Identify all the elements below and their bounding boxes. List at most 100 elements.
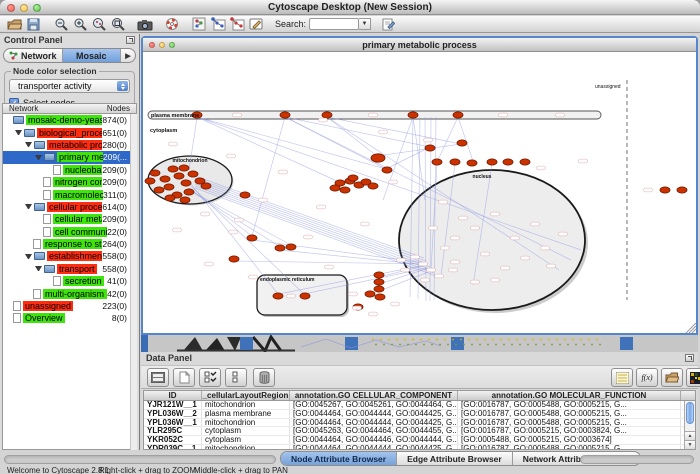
tab-network[interactable]: Network <box>4 49 63 62</box>
network-node[interactable] <box>340 187 350 193</box>
network-node[interactable] <box>382 167 392 173</box>
network-node[interactable] <box>365 291 375 297</box>
expand-arrow-icon[interactable] <box>15 130 22 135</box>
scroll-down-icon[interactable]: ▼ <box>685 440 695 449</box>
select-edges-icon[interactable] <box>227 16 246 32</box>
network-window-titlebar[interactable]: primary metabolic process <box>143 38 696 52</box>
column-header[interactable]: ID <box>144 391 202 400</box>
network-node[interactable] <box>330 185 340 191</box>
network-node[interactable] <box>300 293 310 299</box>
open-session-icon[interactable] <box>5 16 24 32</box>
network-node[interactable] <box>677 187 687 193</box>
scroll-up-icon[interactable]: ▲ <box>685 431 695 440</box>
tree-row[interactable]: nitrogen compo209(0) <box>3 176 136 188</box>
column-header[interactable]: annotation.GO MOLECULAR_FUNCTION <box>458 391 681 400</box>
tree-row[interactable]: unassigned223(0) <box>3 300 136 312</box>
network-node[interactable] <box>432 159 442 165</box>
network-node[interactable] <box>425 145 435 151</box>
network-node[interactable] <box>467 160 477 166</box>
network-node[interactable] <box>520 159 530 165</box>
network-node[interactable] <box>286 244 296 250</box>
search-config-icon[interactable] <box>379 16 398 32</box>
save-session-icon[interactable] <box>24 16 43 32</box>
network-node[interactable] <box>453 112 463 118</box>
network-node[interactable] <box>154 187 164 193</box>
tab-mosaic[interactable]: Mosaic <box>63 49 122 62</box>
column-header[interactable]: _cellularLayoutRegion <box>202 391 290 400</box>
float-panel-icon[interactable] <box>126 36 135 44</box>
table-row[interactable]: YJR121W__1mitochondrion[GO:0045267, GO:0… <box>144 401 695 410</box>
tree-row[interactable]: biological_process651(0) <box>3 126 136 138</box>
minimize-button[interactable] <box>20 4 28 12</box>
tree-row[interactable]: primary metabo209(... <box>3 151 136 163</box>
network-node[interactable] <box>188 171 198 177</box>
network-node[interactable] <box>240 192 250 198</box>
vizmapper-icon[interactable] <box>189 16 208 32</box>
unselect-attributes-icon[interactable] <box>225 368 247 387</box>
close-button[interactable] <box>7 4 15 12</box>
network-node[interactable] <box>371 154 385 162</box>
network-node[interactable] <box>145 178 155 184</box>
tree-row[interactable]: cellular metabo209(0) <box>3 213 136 225</box>
zoom-button[interactable] <box>169 42 175 48</box>
network-node[interactable] <box>168 166 178 172</box>
tree-row[interactable]: cell communicat22(0) <box>3 226 136 238</box>
network-node[interactable] <box>457 140 467 146</box>
network-node[interactable] <box>348 175 358 181</box>
search-input[interactable] <box>309 18 359 30</box>
network-node[interactable] <box>375 294 385 300</box>
zoom-out-icon[interactable] <box>51 16 70 32</box>
column-header[interactable]: annotation.GO CELLULAR_COMPONENT <box>290 391 458 400</box>
tree-row[interactable]: establishment of lo558(0) <box>3 250 136 262</box>
network-node[interactable] <box>660 187 670 193</box>
network-node[interactable] <box>374 286 384 292</box>
network-node[interactable] <box>275 245 285 251</box>
tree-row[interactable]: mosaic-demo-yeast874(0) <box>3 114 136 126</box>
expand-arrow-icon[interactable] <box>25 254 32 259</box>
tab-edge-attribute-browser[interactable]: Edge Attribute Browser <box>397 452 513 465</box>
expand-arrow-icon[interactable] <box>35 155 42 160</box>
network-node[interactable] <box>374 272 384 278</box>
network-node[interactable] <box>229 256 239 262</box>
expand-arrow-icon[interactable] <box>25 204 32 209</box>
network-node[interactable] <box>280 112 290 118</box>
minimize-button[interactable] <box>159 42 165 48</box>
tab-overflow-button[interactable]: ▶ <box>121 49 135 62</box>
network-node[interactable] <box>150 170 160 176</box>
zoom-button[interactable] <box>33 4 41 12</box>
float-panel-icon[interactable] <box>685 354 694 362</box>
network-node[interactable] <box>181 180 191 186</box>
delete-attribute-icon[interactable] <box>253 368 275 387</box>
network-node[interactable] <box>487 159 497 165</box>
select-attributes-icon[interactable] <box>199 368 221 387</box>
tree-row[interactable]: macromolecule311(0) <box>3 188 136 200</box>
expand-arrow-icon[interactable] <box>35 266 42 271</box>
network-node[interactable] <box>184 189 194 195</box>
network-node[interactable] <box>165 195 175 201</box>
close-button[interactable] <box>149 42 155 48</box>
create-attribute-icon[interactable] <box>173 368 195 387</box>
network-node[interactable] <box>408 112 418 118</box>
network-node[interactable] <box>322 112 332 118</box>
scrollbar-thumb[interactable] <box>686 402 694 424</box>
search-dropdown-button[interactable]: ▼ <box>359 18 371 30</box>
network-node[interactable] <box>160 176 170 182</box>
tree-scrollbar[interactable] <box>130 114 137 450</box>
table-vertical-scrollbar[interactable]: ▲ ▼ <box>684 401 695 449</box>
import-attributes-icon[interactable] <box>661 368 683 387</box>
attribute-list-icon[interactable] <box>611 368 633 387</box>
network-node[interactable] <box>247 235 257 241</box>
zoom-in-icon[interactable] <box>70 16 89 32</box>
color-matrix-icon[interactable] <box>686 368 700 387</box>
tree-row[interactable]: response to stimulu264(0) <box>3 238 136 250</box>
tree-row[interactable]: multi-organism pro42(0) <box>3 287 136 299</box>
network-node[interactable] <box>273 293 283 299</box>
attribute-panel-icon[interactable] <box>147 368 169 387</box>
network-node[interactable] <box>179 165 189 171</box>
tree-row[interactable]: nucleobase-209(0) <box>3 164 136 176</box>
network-node[interactable] <box>201 183 211 189</box>
function-builder-icon[interactable]: f(x) <box>636 368 658 387</box>
table-row[interactable]: YLR295Ccytoplasm[GO:0045263, GO:0044464,… <box>144 427 695 436</box>
table-row[interactable]: YPL036W__1mitochondrion[GO:0044464, GO:0… <box>144 419 695 428</box>
tree-row[interactable]: cellular process614(0) <box>3 201 136 213</box>
